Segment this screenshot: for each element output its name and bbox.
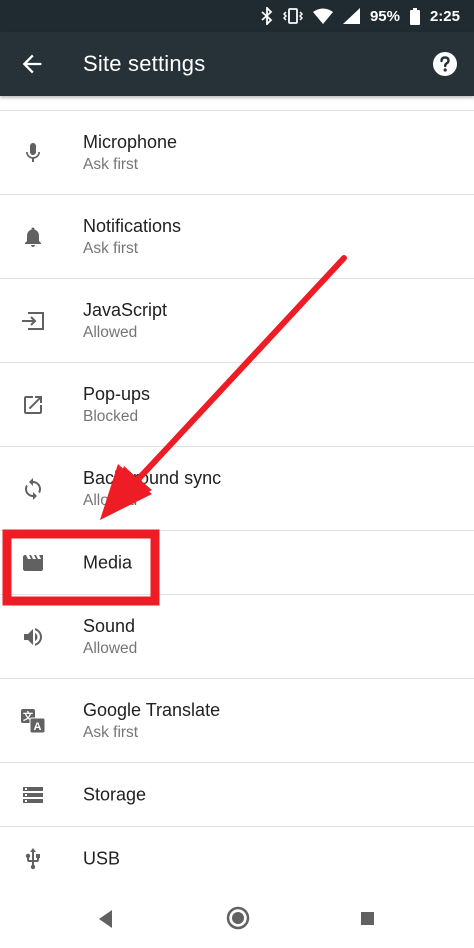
popup-icon xyxy=(18,390,48,420)
signal-icon xyxy=(342,8,360,24)
item-title: Google Translate xyxy=(83,699,221,720)
item-title: Microphone xyxy=(83,131,178,152)
bluetooth-icon xyxy=(261,7,273,25)
status-bar: 95% 2:25 xyxy=(0,0,474,32)
media-clapperboard-icon xyxy=(18,548,48,578)
item-subtitle: Allowed xyxy=(83,491,138,509)
item-title: USB xyxy=(83,848,121,869)
settings-item-javascript[interactable]: JavaScript Allowed xyxy=(0,279,474,363)
storage-icon xyxy=(18,780,48,810)
bell-icon xyxy=(18,222,48,252)
item-title: Background sync xyxy=(83,467,222,488)
square-overview-icon xyxy=(361,912,374,925)
settings-item-popups[interactable]: Pop-ups Blocked xyxy=(0,363,474,447)
settings-item-background-sync[interactable]: Background sync Allowed xyxy=(0,447,474,531)
item-subtitle: Ask first xyxy=(83,155,139,173)
battery-percent: 95% xyxy=(369,7,400,25)
item-subtitle: Ask first xyxy=(83,723,139,741)
battery-icon xyxy=(409,7,420,25)
wifi-icon xyxy=(312,8,333,24)
item-title: Storage xyxy=(83,784,147,804)
help-icon xyxy=(433,52,457,76)
javascript-icon xyxy=(18,306,48,336)
site-settings-list: Microphone Ask first Notifications Ask f… xyxy=(0,97,474,891)
nav-back-button[interactable] xyxy=(96,908,118,930)
nav-home-button[interactable] xyxy=(226,906,250,930)
settings-item-storage[interactable]: Storage xyxy=(0,763,474,827)
app-bar: Site settings xyxy=(0,32,474,96)
item-title: Sound xyxy=(83,615,136,636)
help-button[interactable] xyxy=(432,51,458,77)
vibrate-icon xyxy=(282,8,303,24)
settings-item-google-translate[interactable]: 文 A Google Translate Ask first xyxy=(0,679,474,763)
back-button[interactable] xyxy=(18,50,46,78)
settings-item-microphone[interactable]: Microphone Ask first xyxy=(0,111,474,195)
triangle-back-icon xyxy=(99,910,112,928)
item-title: Pop-ups xyxy=(83,383,151,404)
home-circle-icon xyxy=(226,906,250,930)
item-title: JavaScript xyxy=(83,299,168,320)
item-title: Notifications xyxy=(83,215,182,236)
item-subtitle: Ask first xyxy=(83,239,139,257)
usb-icon xyxy=(18,844,48,874)
nav-overview-button[interactable] xyxy=(359,910,377,928)
settings-item-usb[interactable]: USB xyxy=(0,827,474,891)
clock: 2:25 xyxy=(429,7,460,25)
settings-item-sound[interactable]: Sound Allowed xyxy=(0,595,474,679)
divider xyxy=(0,97,474,111)
item-subtitle: Allowed xyxy=(83,639,138,657)
settings-item-notifications[interactable]: Notifications Ask first xyxy=(0,195,474,279)
microphone-icon xyxy=(18,138,48,168)
svg-text:A: A xyxy=(34,721,42,733)
sync-icon xyxy=(18,474,48,504)
item-subtitle: Blocked xyxy=(83,407,139,425)
translate-icon: 文 A xyxy=(18,706,48,736)
system-nav-bar xyxy=(0,888,474,948)
settings-item-media[interactable]: Media xyxy=(0,531,474,595)
item-title: Media xyxy=(83,552,133,572)
arrow-back-icon xyxy=(22,54,42,74)
item-subtitle: Allowed xyxy=(83,323,138,341)
speaker-icon xyxy=(18,622,48,652)
page-title: Site settings xyxy=(83,51,206,76)
